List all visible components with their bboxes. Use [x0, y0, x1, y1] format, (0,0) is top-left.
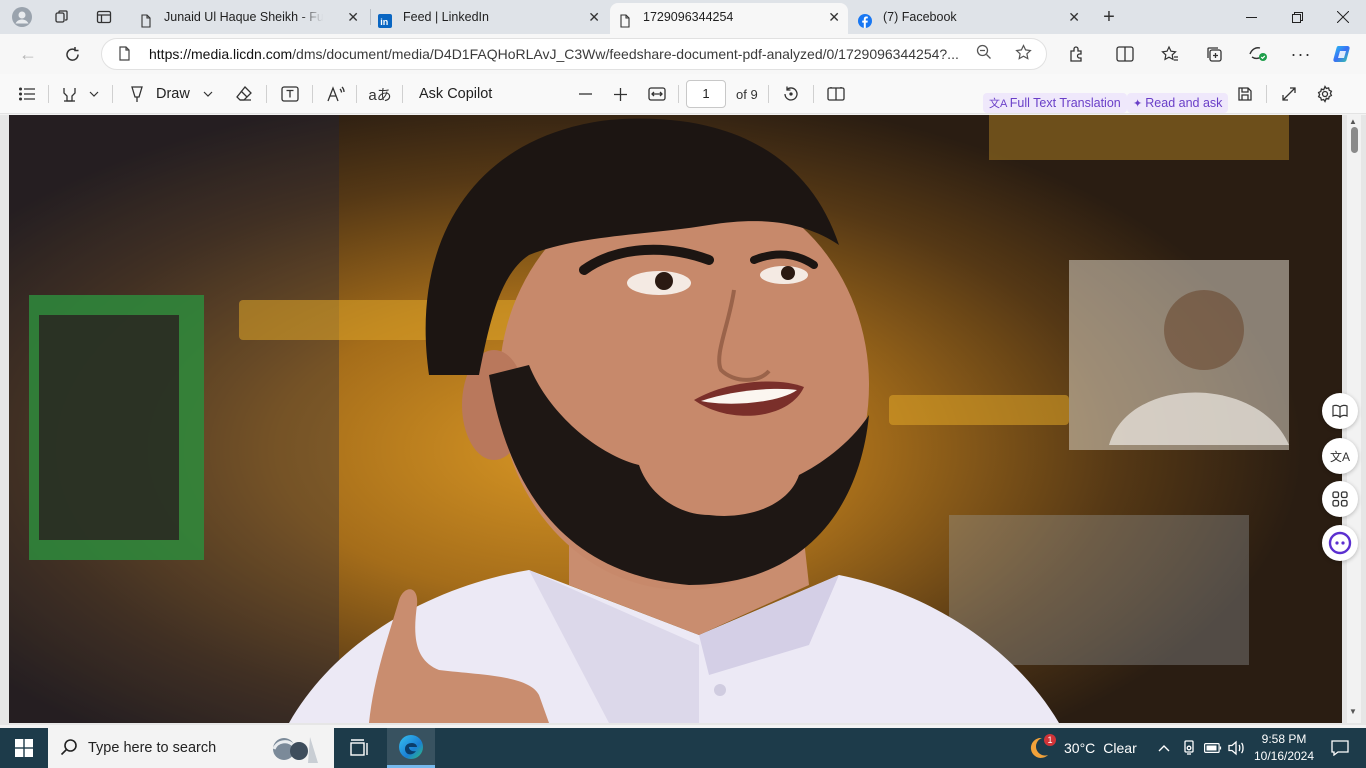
- highlight-dropdown-icon[interactable]: [86, 82, 102, 106]
- highlight-icon[interactable]: [58, 82, 80, 106]
- clock-time: 9:58 PM: [1261, 732, 1307, 746]
- edge-taskbar-icon[interactable]: [387, 728, 435, 768]
- draw-dropdown-icon[interactable]: [200, 82, 216, 106]
- translate-icon[interactable]: aあ: [368, 82, 392, 106]
- close-tab-icon[interactable]: ✕: [347, 3, 359, 31]
- taskbar-search-box[interactable]: Type here to search: [48, 728, 334, 768]
- scrollbar-thumb[interactable]: [1351, 127, 1358, 153]
- facebook-icon: [858, 10, 872, 28]
- page-icon: [139, 10, 153, 28]
- page-icon: [618, 10, 632, 28]
- weather-temperature: 30°C: [1064, 740, 1096, 756]
- collections-icon[interactable]: [1201, 42, 1227, 66]
- tab-facebook[interactable]: (7) Facebook ✕: [850, 3, 1088, 34]
- windows-start-icon[interactable]: [0, 728, 48, 768]
- zoom-icon[interactable]: [976, 44, 992, 64]
- tab-title: (7) Facebook: [883, 10, 957, 24]
- linkedin-icon: in: [378, 10, 392, 28]
- task-view-icon[interactable]: [340, 728, 380, 768]
- page-number-input[interactable]: 1: [686, 80, 726, 108]
- weather-widget[interactable]: 1 30°C Clear: [1030, 728, 1140, 768]
- search-highlight-icon: [264, 733, 330, 768]
- clock[interactable]: 9:58 PM 10/16/2024: [1252, 728, 1316, 768]
- clock-date: 10/16/2024: [1253, 749, 1315, 763]
- reading-view-icon[interactable]: [1322, 393, 1358, 429]
- tab-title: 1729096344254: [643, 10, 734, 24]
- page-view-icon[interactable]: [824, 82, 848, 106]
- settings-gear-icon[interactable]: [1313, 82, 1337, 106]
- windows-taskbar: Type here to search 1 30°C Clear 9:58 PM…: [0, 728, 1366, 768]
- notifications-icon[interactable]: [1320, 728, 1360, 768]
- restore-icon[interactable]: [1274, 0, 1320, 34]
- tab-title: Feed | LinkedIn: [403, 10, 489, 24]
- notification-badge: 1: [1044, 734, 1056, 746]
- rotate-icon[interactable]: [779, 82, 803, 106]
- favorites-icon[interactable]: [1157, 42, 1183, 66]
- zoom-in-icon[interactable]: [609, 82, 631, 106]
- tab-strip: Junaid Ul Haque Sheikh - Full Stack ✕ in…: [0, 0, 1366, 34]
- new-tab-icon[interactable]: +: [1096, 5, 1122, 29]
- refresh-icon[interactable]: [57, 40, 87, 68]
- save-icon[interactable]: [1233, 82, 1257, 106]
- search-placeholder: Type here to search: [88, 740, 217, 756]
- eraser-icon[interactable]: [232, 82, 256, 106]
- weather-condition: Clear: [1103, 740, 1137, 756]
- split-screen-icon[interactable]: [1112, 42, 1138, 66]
- tab-pdf-document[interactable]: 1729096344254 ✕: [610, 3, 848, 34]
- weather-moon-icon: 1: [1030, 734, 1056, 761]
- battery-icon[interactable]: [1202, 728, 1224, 768]
- address-bar[interactable]: https://media.licdn.com/dms/document/med…: [101, 38, 1047, 70]
- zoom-out-icon[interactable]: [574, 82, 596, 106]
- table-of-contents-icon[interactable]: [14, 82, 40, 106]
- svg-text:in: in: [380, 17, 388, 27]
- close-window-icon[interactable]: [1320, 0, 1366, 34]
- close-tab-icon[interactable]: ✕: [588, 3, 600, 31]
- ask-copilot-button[interactable]: Ask Copilot: [419, 82, 492, 106]
- search-icon: [60, 738, 78, 761]
- translate-icon: 文A: [989, 98, 1010, 110]
- read-aloud-icon[interactable]: [324, 82, 348, 106]
- tab-linkedin-feed[interactable]: in Feed | LinkedIn ✕: [370, 3, 608, 34]
- meet-now-icon[interactable]: [1178, 728, 1200, 768]
- page-info-icon[interactable]: [118, 46, 131, 64]
- browser-essentials-icon[interactable]: [1245, 42, 1271, 66]
- favorite-star-icon[interactable]: [1015, 44, 1032, 65]
- pdf-viewer[interactable]: ▲ ▼ 文A: [0, 115, 1366, 725]
- address-bar-row: ← https://media.licdn.com/dms/document/m…: [0, 34, 1366, 74]
- close-tab-icon[interactable]: ✕: [1068, 3, 1080, 31]
- url-text[interactable]: https://media.licdn.com/dms/document/med…: [149, 46, 969, 62]
- show-hidden-icons-icon[interactable]: [1154, 728, 1174, 768]
- full-text-translation-button[interactable]: 文A Full Text Translation: [983, 93, 1127, 113]
- volume-icon[interactable]: [1226, 728, 1248, 768]
- fullscreen-icon[interactable]: [1277, 82, 1301, 106]
- close-tab-icon[interactable]: ✕: [828, 3, 840, 31]
- draw-button[interactable]: Draw: [156, 82, 190, 106]
- back-icon[interactable]: ←: [13, 40, 43, 68]
- profile-icon[interactable]: [9, 5, 35, 29]
- workspaces-icon[interactable]: [49, 5, 75, 29]
- minimize-icon[interactable]: [1228, 0, 1274, 34]
- add-text-icon[interactable]: [278, 82, 302, 106]
- copilot-icon[interactable]: [1330, 42, 1356, 66]
- translate-side-icon[interactable]: 文A: [1322, 438, 1358, 474]
- tab-junaid-profile[interactable]: Junaid Ul Haque Sheikh - Full Stack ✕: [131, 3, 367, 34]
- more-menu-icon[interactable]: ···: [1288, 42, 1314, 66]
- pdf-page-image: [9, 115, 1342, 723]
- apps-grid-icon[interactable]: [1322, 481, 1358, 517]
- fit-width-icon[interactable]: [645, 82, 669, 106]
- copilot-chat-icon[interactable]: [1322, 525, 1358, 561]
- tab-actions-icon[interactable]: [91, 5, 117, 29]
- extensions-icon[interactable]: [1064, 42, 1090, 66]
- read-and-ask-button[interactable]: ✦ Read and ask: [1127, 93, 1229, 113]
- page-total: of 9: [736, 86, 758, 102]
- pdf-toolbar: Draw aあ Ask Copilot 1 of 9 文A Full Text …: [0, 74, 1366, 114]
- tab-title: Junaid Ul Haque Sheikh - Full Stack: [164, 10, 323, 24]
- sparkle-icon: ✦: [1133, 98, 1146, 110]
- draw-icon[interactable]: [125, 82, 149, 106]
